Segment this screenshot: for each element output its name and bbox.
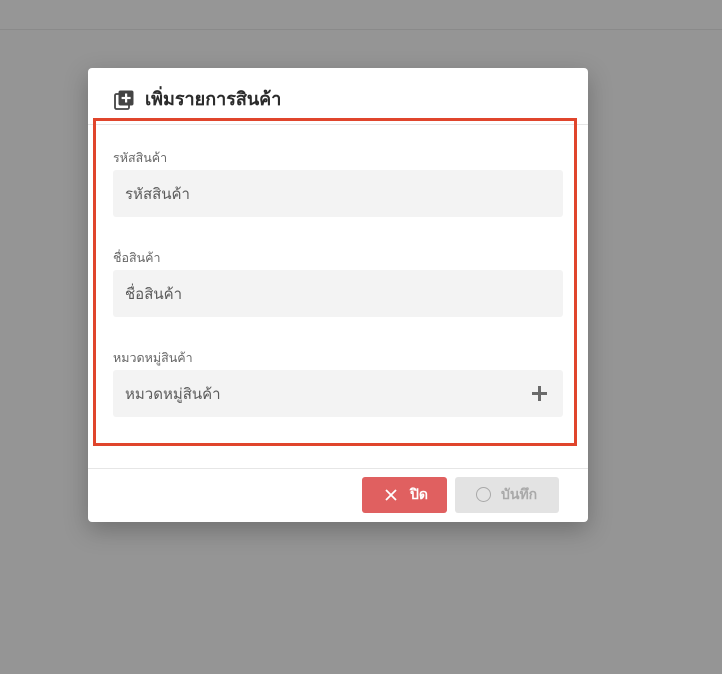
dialog-title: เพิ่มรายการสินค้า	[145, 89, 282, 110]
save-button[interactable]: บันทึก	[455, 477, 559, 513]
product-code-input[interactable]: รหัสสินค้า	[113, 170, 563, 217]
product-code-placeholder: รหัสสินค้า	[125, 185, 190, 203]
plus-icon[interactable]	[532, 386, 547, 401]
close-button-label: ปิด	[410, 487, 428, 503]
product-code-label: รหัสสินค้า	[113, 150, 168, 165]
product-name-placeholder: ชื่อสินค้า	[125, 285, 183, 303]
circle-icon	[476, 487, 491, 502]
dialog-header: เพิ่มรายการสินค้า	[88, 68, 588, 124]
product-category-select[interactable]: หมวดหมู่สินค้า	[113, 370, 563, 417]
top-bar	[0, 0, 722, 30]
close-button[interactable]: ปิด	[362, 477, 447, 513]
footer-divider	[88, 468, 588, 469]
product-name-input[interactable]: ชื่อสินค้า	[113, 270, 563, 317]
add-box-icon	[114, 90, 134, 110]
close-icon	[385, 489, 397, 501]
save-button-label: บันทึก	[501, 487, 538, 503]
add-product-dialog: เพิ่มรายการสินค้า รหัสสินค้า รหัสสินค้า …	[88, 68, 588, 522]
product-category-placeholder: หมวดหมู่สินค้า	[125, 385, 221, 403]
product-name-label: ชื่อสินค้า	[113, 250, 161, 265]
product-category-label: หมวดหมู่สินค้า	[113, 350, 193, 365]
